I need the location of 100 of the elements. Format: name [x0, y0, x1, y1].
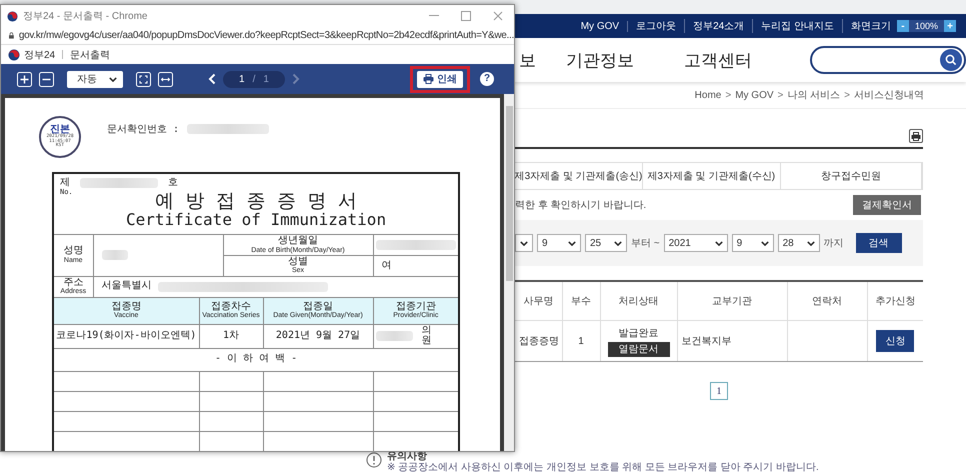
column-header: 연락처 — [787, 281, 867, 320]
utility-link[interactable]: 로그아웃 — [628, 19, 686, 33]
column-header: 추가신청 — [867, 281, 923, 320]
field-label: 주소 — [63, 278, 84, 288]
window-title: 정부24 - 문서출력 - Chrome — [23, 10, 148, 23]
chevron-down-icon — [614, 240, 622, 246]
help-button[interactable]: ? — [480, 72, 494, 86]
status-text: 발급완료 — [618, 326, 658, 340]
breadcrumb-link[interactable]: 서비스신청내역 — [854, 88, 924, 102]
search-icon — [945, 54, 957, 66]
document-number-label: 문서확인번호 : — [107, 123, 180, 136]
fit-width-button[interactable] — [158, 72, 173, 86]
caution-text: ※ 공공장소에서 사용하신 이후에는 개인정보 보호를 위해 모든 브라우저를 닫아 주시기 바랍니다. — [387, 462, 819, 472]
field-label: 성명 — [62, 246, 84, 257]
date-select[interactable]: 28 — [778, 234, 820, 252]
utility-link[interactable]: 누리집 안내지도 — [753, 19, 843, 33]
zoom-in-button[interactable] — [17, 72, 32, 86]
printer-icon — [423, 74, 434, 84]
number-suffix: 호 — [168, 178, 178, 188]
column-header: 접종명 — [110, 302, 142, 312]
chevron-right-icon — [292, 73, 300, 85]
date-select[interactable]: 25 — [585, 234, 627, 252]
breadcrumb-link[interactable]: My GOV — [735, 90, 774, 100]
redacted-block — [376, 331, 414, 342]
nav-menu-item[interactable]: 기관정보 — [566, 48, 634, 72]
certificate-subtitle: Certificate of Immunization — [124, 212, 388, 229]
number-prefix: 제 — [60, 178, 70, 188]
breadcrumb-link[interactable]: Home — [694, 90, 722, 100]
app-name: 정부24 — [24, 48, 56, 62]
breadcrumb-link[interactable]: 나의 서비스 — [787, 88, 840, 102]
field-label: 생년월일 — [277, 236, 319, 246]
table-cell: 코로나19(화이자-바이오엔텍) — [53, 324, 199, 348]
current-page: 1 — [239, 74, 245, 84]
printer-icon — [911, 132, 921, 140]
address-bar[interactable]: gov.kr/mw/egovg4c/user/aa040/popupDmsDocViewer.do?keepRcptSect=3&keepRcptNo=2b42ecdf&printAuth=Y&we... — [18, 30, 514, 41]
caution-title: 유의사항 — [387, 452, 428, 462]
column-header: 부수 — [562, 281, 600, 320]
table-cell: 보건복지부 — [677, 320, 787, 362]
utility-link[interactable]: 정부24소개 — [685, 19, 754, 33]
from-label: 부터 ~ — [631, 237, 660, 250]
print-button[interactable] — [909, 129, 923, 143]
chevron-down-icon — [714, 240, 723, 246]
column-header: 접종기관 — [396, 302, 436, 312]
total-pages: 1 — [263, 74, 269, 84]
nav-menu-item[interactable]: 보 — [519, 48, 536, 72]
table-cell: 1 — [562, 320, 600, 362]
table-cell: 2021년 9월 27일 — [263, 324, 373, 348]
date-select[interactable]: 9 — [732, 234, 774, 252]
breadcrumb-separator: > — [844, 90, 850, 100]
date-select[interactable]: 2021 — [664, 234, 728, 252]
nav-menu-item[interactable]: 고객센터 — [684, 48, 752, 72]
page-separator: / — [252, 74, 256, 84]
zoom-in-icon — [17, 72, 32, 86]
field-label: 성별 — [287, 256, 309, 267]
fit-page-button[interactable] — [136, 72, 151, 86]
caution-icon — [366, 452, 382, 468]
tab[interactable]: 제3자제출 및 기관제출(송신) — [515, 163, 643, 189]
date-select[interactable]: 9 — [537, 234, 581, 252]
logo-icon — [8, 48, 20, 60]
column-header: 처리상태 — [600, 281, 677, 320]
scrollbar[interactable] — [504, 94, 514, 451]
column-header: 접종차수 — [211, 302, 251, 312]
field-value: 서울특별시 — [102, 281, 152, 292]
chevron-down-icon — [520, 240, 528, 246]
view-document-button[interactable]: 열람문서 — [608, 342, 670, 356]
zoom-select[interactable]: 자동 — [67, 70, 123, 88]
chevron-down-icon — [760, 240, 769, 246]
breadcrumb-separator: > — [778, 90, 784, 100]
font-size-label: 화면크기 — [850, 20, 892, 33]
page-button[interactable]: 1 — [710, 382, 728, 400]
confirmation-button[interactable]: 결제확인서 — [853, 195, 921, 215]
until-label: 까지 — [824, 237, 844, 250]
year-select[interactable] — [515, 234, 533, 252]
lock-icon — [9, 31, 14, 40]
column-header: 접종일 — [303, 302, 333, 312]
print-button[interactable]: 인쇄 — [417, 70, 463, 88]
utility-link[interactable]: My GOV — [572, 20, 628, 32]
font-size-value: 100% — [914, 21, 939, 31]
search-button[interactable]: 검색 — [856, 233, 902, 253]
table-cell-text: 의원 — [420, 326, 433, 347]
breadcrumb-separator: > — [725, 90, 732, 100]
minimize-icon — [429, 15, 439, 17]
redacted-block — [102, 250, 128, 260]
table-cell: 1차 — [199, 324, 263, 348]
close-icon — [493, 11, 503, 21]
fit-width-icon — [158, 72, 173, 86]
search-button[interactable] — [940, 49, 962, 71]
column-header: 교부기관 — [677, 281, 787, 320]
chevron-down-icon — [806, 240, 815, 246]
search-field[interactable] — [810, 46, 966, 74]
logo-icon — [7, 10, 18, 22]
previous-page-button[interactable] — [208, 73, 216, 85]
apply-button[interactable]: 신청 — [876, 330, 914, 352]
app-section: 문서출력 — [70, 48, 110, 62]
zoom-out-icon — [39, 72, 54, 86]
chevron-down-icon — [109, 76, 117, 82]
notice-text: 력한 후 확인하시기 바랍니다. — [515, 199, 646, 212]
fit-page-icon — [136, 72, 151, 86]
chevron-down-icon — [568, 240, 576, 246]
zoom-out-button[interactable] — [39, 72, 54, 86]
